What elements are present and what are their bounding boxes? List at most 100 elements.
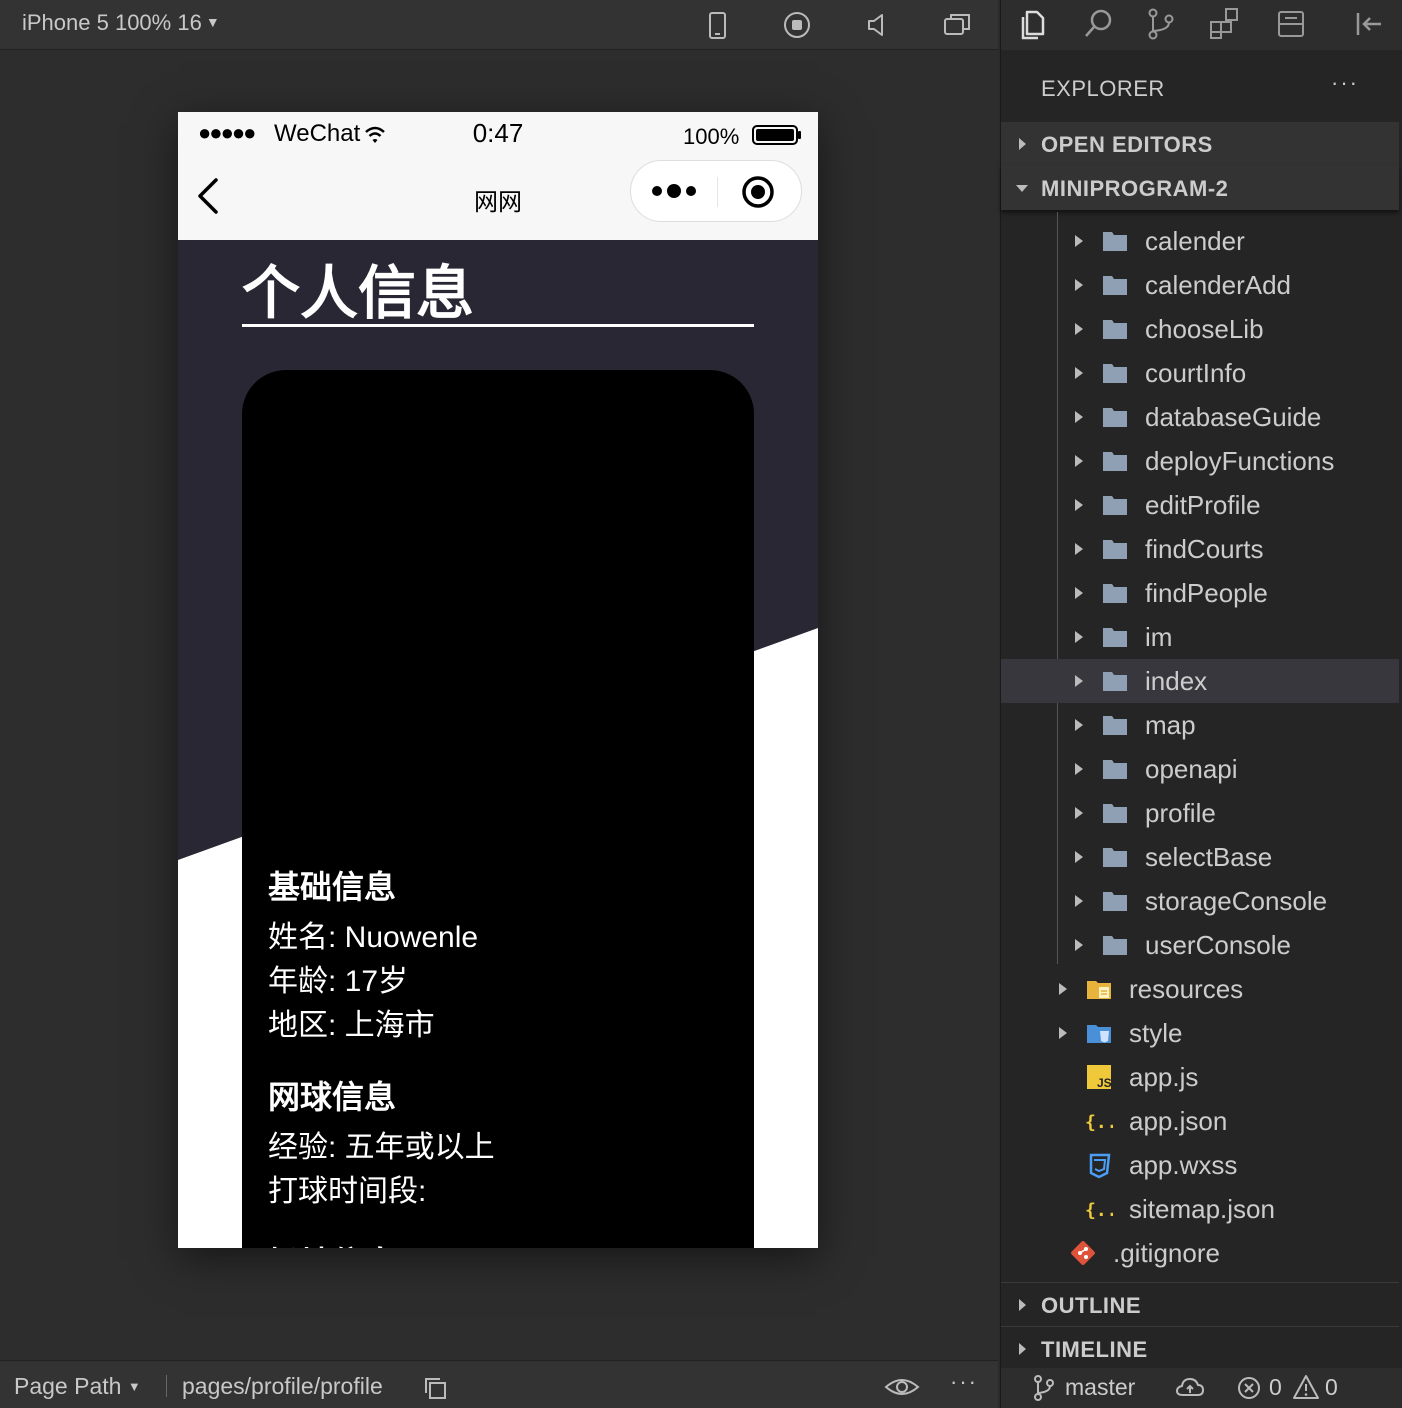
- mini-program-nav-bar: 网网: [178, 158, 818, 240]
- storage-icon[interactable]: [1271, 4, 1311, 44]
- page-path-dropdown[interactable]: Page Path ▼: [14, 1373, 141, 1400]
- folder-icon: [1103, 232, 1127, 251]
- tree-item-label: userConsole: [1145, 930, 1291, 960]
- extensions-icon[interactable]: [1205, 4, 1245, 44]
- chevron-right-icon: [1075, 763, 1083, 775]
- tree-item-selectBase[interactable]: selectBase: [1001, 835, 1399, 879]
- tree-item-calenderAdd[interactable]: calenderAdd: [1001, 263, 1399, 307]
- tree-item-label: calenderAdd: [1145, 270, 1291, 300]
- chevron-right-icon: [1059, 983, 1067, 995]
- tree-item-label: sitemap.json: [1129, 1194, 1275, 1224]
- close-program-icon[interactable]: [741, 175, 775, 209]
- divider: [166, 1375, 167, 1397]
- copy-icon[interactable]: [422, 1375, 448, 1401]
- phone-status-bar: ●●●●● WeChat 0:47 100%: [178, 112, 818, 158]
- chevron-right-icon: [1075, 367, 1083, 379]
- error-icon[interactable]: [1237, 1376, 1261, 1400]
- section-project[interactable]: MINIPROGRAM-2: [1001, 166, 1399, 210]
- tree-item-index[interactable]: index: [1001, 659, 1399, 703]
- section-label: TIMELINE: [1041, 1337, 1148, 1362]
- cloud-sync-icon[interactable]: [1175, 1376, 1205, 1400]
- tree-item-app-json[interactable]: {..} app.json: [1001, 1099, 1399, 1143]
- tree-item-openapi[interactable]: openapi: [1001, 747, 1399, 791]
- chevron-down-icon: ▼: [127, 1379, 141, 1394]
- json-file-icon: {..}: [1085, 1112, 1113, 1133]
- source-control-icon[interactable]: [1141, 4, 1181, 44]
- folder-icon: [1103, 408, 1127, 427]
- chevron-right-icon: [1075, 939, 1083, 951]
- basic-info-title: 基础信息: [268, 869, 397, 905]
- chevron-right-icon: [1075, 675, 1083, 687]
- simulator-toolbar: iPhone 5 100% 16 ▼: [0, 0, 998, 50]
- branch-icon[interactable]: [1031, 1374, 1057, 1402]
- chevron-right-icon: [1075, 851, 1083, 863]
- tree-item-databaseGuide[interactable]: databaseGuide: [1001, 395, 1399, 439]
- tree-item-app-js[interactable]: JS app.js: [1001, 1055, 1399, 1099]
- tree-item-map[interactable]: map: [1001, 703, 1399, 747]
- tree-item-label: .gitignore: [1113, 1238, 1220, 1268]
- js-file-icon: JS: [1087, 1065, 1112, 1090]
- device-selector[interactable]: iPhone 5 100% 16 ▼: [22, 10, 220, 36]
- more-options-icon[interactable]: ···: [950, 1369, 978, 1395]
- chevron-right-icon: [1075, 587, 1083, 599]
- tree-item-courtInfo[interactable]: courtInfo: [1001, 351, 1399, 395]
- chevron-right-icon: [1019, 1299, 1026, 1311]
- record-icon[interactable]: [780, 8, 814, 42]
- window-icon[interactable]: [940, 8, 974, 42]
- chevron-right-icon: [1075, 543, 1083, 555]
- tree-item-sitemap-json[interactable]: {..} sitemap.json: [1001, 1187, 1399, 1231]
- tree-item-label: findPeople: [1145, 578, 1268, 608]
- tennis-info-title: 网球信息: [268, 1079, 397, 1115]
- section-timeline[interactable]: TIMELINE: [1001, 1326, 1399, 1370]
- branch-name[interactable]: master: [1065, 1374, 1135, 1401]
- tree-item-label: courtInfo: [1145, 358, 1247, 388]
- svg-text:{..}: {..}: [1085, 1112, 1113, 1133]
- activity-bar: [1001, 0, 1402, 50]
- chevron-right-icon: [1019, 1343, 1026, 1355]
- collapse-panel-icon[interactable]: [1349, 4, 1389, 44]
- tree-item-style[interactable]: style: [1001, 1011, 1399, 1055]
- tree-item-profile[interactable]: profile: [1001, 791, 1399, 835]
- tree-item-storageConsole[interactable]: storageConsole: [1001, 879, 1399, 923]
- git-file-icon: [1071, 1241, 1095, 1265]
- warning-icon[interactable]: [1293, 1374, 1319, 1400]
- folder-icon: [1103, 320, 1127, 339]
- tree-item-im[interactable]: im: [1001, 615, 1399, 659]
- tree-item-label: databaseGuide: [1145, 402, 1322, 432]
- css-file-icon: [1089, 1153, 1111, 1179]
- tree-item-findPeople[interactable]: findPeople: [1001, 571, 1399, 615]
- battery-icon: [752, 125, 801, 145]
- more-dots-icon[interactable]: [649, 179, 699, 203]
- tree-item-chooseLib[interactable]: chooseLib: [1001, 307, 1399, 351]
- chevron-right-icon: [1075, 455, 1083, 467]
- tree-item-editProfile[interactable]: editProfile: [1001, 483, 1399, 527]
- phone-icon[interactable]: [700, 8, 734, 42]
- explorer-title: EXPLORER: [1041, 76, 1165, 101]
- chevron-right-icon: [1075, 895, 1083, 907]
- volume-icon[interactable]: [860, 8, 894, 42]
- chevron-right-icon: [1075, 807, 1083, 819]
- tree-item-calender[interactable]: calender: [1001, 219, 1399, 263]
- eye-icon[interactable]: [884, 1375, 920, 1399]
- files-icon[interactable]: [1013, 4, 1053, 44]
- warning-count: 0: [1325, 1374, 1338, 1400]
- tree-item-app-wxss[interactable]: app.wxss: [1001, 1143, 1399, 1187]
- tree-item-label: chooseLib: [1145, 314, 1264, 344]
- error-count: 0: [1269, 1374, 1282, 1400]
- tree-item-userConsole[interactable]: userConsole: [1001, 923, 1399, 967]
- tree-item-resources[interactable]: resources: [1001, 967, 1399, 1011]
- chevron-right-icon: [1075, 235, 1083, 247]
- more-actions-icon[interactable]: ···: [1331, 70, 1359, 96]
- tree-item-findCourts[interactable]: findCourts: [1001, 527, 1399, 571]
- tree-item-gitignore[interactable]: .gitignore: [1001, 1231, 1399, 1275]
- tree-item-label: app.json: [1129, 1106, 1228, 1136]
- folder-icon: [1103, 364, 1127, 383]
- tree-item-deployFunctions[interactable]: deployFunctions: [1001, 439, 1399, 483]
- tree-item-label: app.wxss: [1129, 1150, 1238, 1180]
- info-age: 年龄: 17岁: [268, 965, 409, 998]
- page-path-value: pages/profile/profile: [182, 1373, 383, 1399]
- chevron-right-icon: [1075, 411, 1083, 423]
- section-open-editors[interactable]: OPEN EDITORS: [1001, 122, 1399, 166]
- section-outline[interactable]: OUTLINE: [1001, 1282, 1399, 1326]
- search-icon[interactable]: [1079, 4, 1119, 44]
